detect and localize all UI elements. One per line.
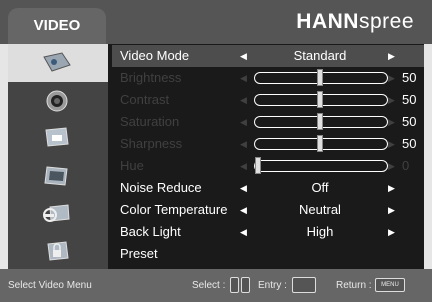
osd-menu: VIDEO HANNspree Video Mode ◀ Standard ▶ … bbox=[0, 0, 432, 302]
arrow-left-icon[interactable]: ◀ bbox=[240, 111, 247, 133]
slider-value: 50 bbox=[402, 92, 417, 107]
menu-row-contrast[interactable]: Contrast ◀ ▶ 50 bbox=[112, 89, 424, 111]
arrow-left-icon[interactable]: ◀ bbox=[240, 133, 247, 155]
brand-logo: HANNspree bbox=[296, 10, 414, 34]
row-label: Saturation bbox=[120, 114, 180, 129]
arrow-left-icon[interactable]: ◀ bbox=[240, 199, 247, 221]
menu-row-noise-reduce[interactable]: Noise Reduce ◀ Off ▶ bbox=[112, 177, 424, 199]
slider-thumb[interactable] bbox=[255, 157, 261, 174]
arrow-right-icon[interactable]: ▶ bbox=[388, 89, 395, 111]
display-icon bbox=[45, 127, 69, 147]
slider-value: 0 bbox=[402, 158, 410, 173]
menu-row-brightness[interactable]: Brightness ◀ ▶ 50 bbox=[112, 67, 424, 89]
menu-row-color-temperature[interactable]: Color Temperature ◀ Neutral ▶ bbox=[112, 199, 424, 221]
row-value: Standard bbox=[293, 48, 347, 63]
brand-name-bold: HANN bbox=[296, 10, 359, 33]
up-down-key-icon bbox=[230, 277, 239, 293]
slider-value: 50 bbox=[402, 70, 417, 85]
row-label: Video Mode bbox=[120, 48, 190, 63]
enter-key-icon bbox=[292, 277, 316, 293]
menu-key: MENU bbox=[375, 278, 405, 292]
arrow-left-icon[interactable]: ◀ bbox=[240, 221, 247, 243]
select-label: Select : bbox=[192, 280, 226, 291]
contrast-slider[interactable] bbox=[254, 91, 388, 108]
header-bar: VIDEO HANNspree bbox=[0, 0, 432, 44]
arrow-right-icon[interactable]: ▶ bbox=[388, 67, 395, 89]
arrow-right-icon[interactable]: ▶ bbox=[388, 155, 395, 177]
footer-hint: Select Video Menu bbox=[8, 280, 92, 291]
arrow-left-icon[interactable]: ◀ bbox=[240, 155, 247, 177]
arrow-left-icon[interactable]: ◀ bbox=[240, 89, 247, 111]
brightness-slider[interactable] bbox=[254, 69, 388, 86]
saturation-slider[interactable] bbox=[254, 113, 388, 130]
picture-icon bbox=[43, 52, 71, 72]
arrow-left-icon[interactable]: ◀ bbox=[240, 45, 247, 67]
slider-thumb[interactable] bbox=[317, 69, 323, 86]
slider-thumb[interactable] bbox=[317, 113, 323, 130]
sidebar-item-setup[interactable] bbox=[8, 194, 108, 232]
sidebar-item-audio[interactable] bbox=[8, 82, 108, 120]
menu-row-video-mode[interactable]: Video Mode ◀ Standard ▶ bbox=[112, 45, 424, 67]
footer-bar: Select Video Menu Select : Entry : Retur… bbox=[0, 269, 432, 302]
row-label: Preset bbox=[120, 246, 158, 261]
sidebar-item-tv[interactable] bbox=[8, 157, 108, 195]
slider-thumb[interactable] bbox=[317, 135, 323, 152]
sidebar bbox=[8, 44, 108, 269]
menu-row-preset[interactable]: Preset bbox=[112, 243, 424, 265]
lock-icon bbox=[47, 240, 69, 261]
return-label: Return : bbox=[336, 280, 372, 291]
sidebar-item-lock[interactable] bbox=[8, 232, 108, 270]
sidebar-item-picture[interactable] bbox=[8, 44, 108, 82]
sidebar-item-display[interactable] bbox=[8, 119, 108, 157]
tv-icon bbox=[44, 165, 68, 186]
up-down-key-icon bbox=[241, 277, 250, 293]
row-label: Noise Reduce bbox=[120, 180, 202, 195]
arrow-right-icon[interactable]: ▶ bbox=[388, 111, 395, 133]
arrow-left-icon[interactable]: ◀ bbox=[240, 177, 247, 199]
arrow-right-icon[interactable]: ▶ bbox=[388, 133, 395, 155]
slider-value: 50 bbox=[402, 136, 417, 151]
menu-row-sharpness[interactable]: Sharpness ◀ ▶ 50 bbox=[112, 133, 424, 155]
row-label: Hue bbox=[120, 158, 144, 173]
entry-label: Entry : bbox=[258, 280, 287, 291]
row-label: Contrast bbox=[120, 92, 170, 107]
arrow-right-icon[interactable]: ▶ bbox=[388, 45, 395, 67]
speaker-icon bbox=[46, 90, 68, 111]
arrow-left-icon[interactable]: ◀ bbox=[240, 67, 247, 89]
row-label: Back Light bbox=[120, 224, 181, 239]
row-value: Neutral bbox=[299, 202, 341, 217]
slider-value: 50 bbox=[402, 114, 417, 129]
brand-name-light: spree bbox=[358, 10, 414, 33]
row-label: Sharpness bbox=[120, 136, 183, 151]
row-value: High bbox=[306, 224, 334, 239]
arrow-right-icon[interactable]: ▶ bbox=[388, 221, 395, 243]
sharpness-slider[interactable] bbox=[254, 135, 388, 152]
row-label: Color Temperature bbox=[120, 202, 228, 217]
tools-icon bbox=[43, 204, 70, 222]
arrow-right-icon[interactable]: ▶ bbox=[388, 199, 395, 221]
hue-slider[interactable] bbox=[254, 157, 388, 174]
slider-thumb[interactable] bbox=[317, 91, 323, 108]
menu-row-back-light[interactable]: Back Light ◀ High ▶ bbox=[112, 221, 424, 243]
row-value: Off bbox=[311, 180, 329, 195]
menu-row-saturation[interactable]: Saturation ◀ ▶ 50 bbox=[112, 111, 424, 133]
page-title: VIDEO bbox=[8, 8, 106, 44]
arrow-right-icon[interactable]: ▶ bbox=[388, 177, 395, 199]
row-label: Brightness bbox=[120, 70, 182, 85]
menu-row-hue[interactable]: Hue ◀ ▶ 0 bbox=[112, 155, 424, 177]
